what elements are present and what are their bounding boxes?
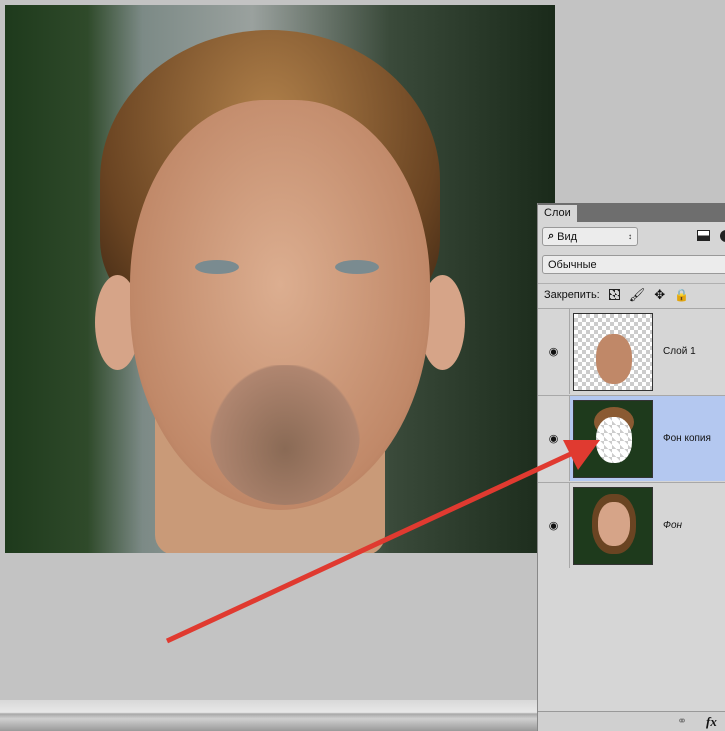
annotation-arrow xyxy=(165,440,600,644)
arrow-shaft xyxy=(165,449,577,644)
